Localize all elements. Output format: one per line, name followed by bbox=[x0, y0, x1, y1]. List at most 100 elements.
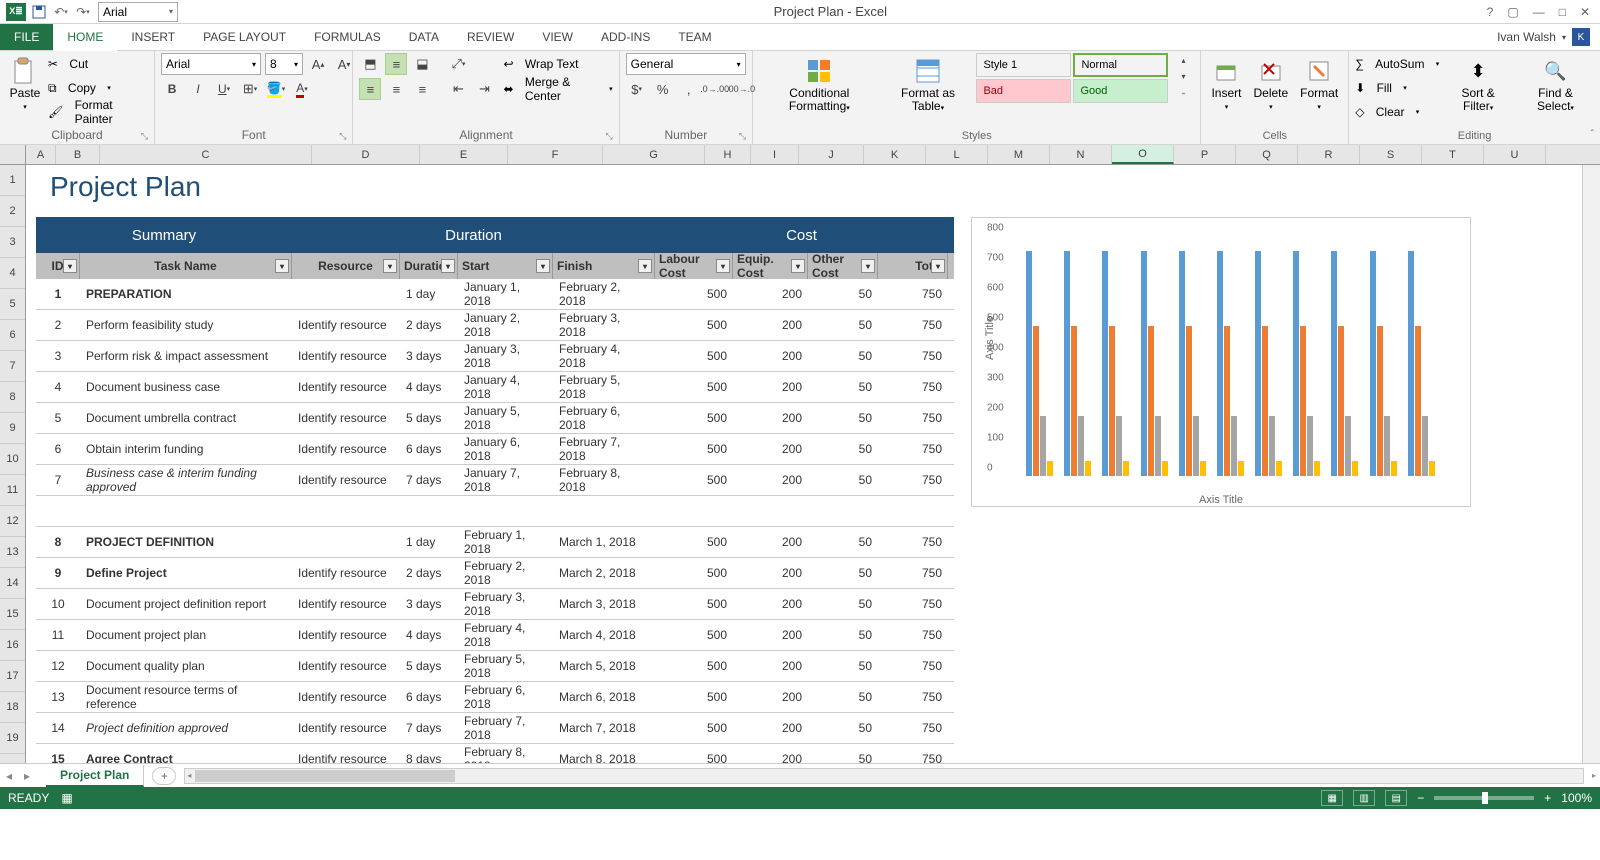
column-header[interactable]: P bbox=[1174, 145, 1236, 164]
column-header[interactable]: G bbox=[603, 145, 705, 164]
tab-insert[interactable]: INSERT bbox=[117, 24, 189, 50]
find-select-button[interactable]: 🔍Find & Select▾ bbox=[1517, 53, 1594, 117]
merge-center-button[interactable]: ⬌ Merge & Center ▾ bbox=[503, 78, 612, 100]
row-header[interactable]: 10 bbox=[0, 444, 25, 475]
column-header[interactable]: H bbox=[705, 145, 751, 164]
comma-format-icon[interactable]: , bbox=[678, 78, 700, 100]
save-icon[interactable] bbox=[30, 3, 48, 21]
sheet-nav-next-icon[interactable]: ▸ bbox=[18, 769, 36, 783]
tab-page-layout[interactable]: PAGE LAYOUT bbox=[189, 24, 300, 50]
filter-icon[interactable]: ▾ bbox=[931, 259, 945, 273]
decrease-decimal-icon[interactable]: .00→.0 bbox=[730, 78, 752, 100]
tab-file[interactable]: FILE bbox=[0, 24, 53, 50]
number-format-selector[interactable]: General▾ bbox=[626, 53, 746, 75]
fill-color-button[interactable]: 🪣▾ bbox=[265, 78, 287, 100]
increase-font-icon[interactable]: A▴ bbox=[307, 53, 329, 75]
column-header[interactable]: O bbox=[1112, 145, 1174, 164]
zoom-level[interactable]: 100% bbox=[1561, 791, 1592, 805]
row-header[interactable]: 6 bbox=[0, 320, 25, 351]
cell-style-bad[interactable]: Bad bbox=[976, 79, 1071, 103]
zoom-slider[interactable] bbox=[1434, 796, 1534, 800]
styles-more-icon[interactable]: ▾ bbox=[1172, 69, 1194, 83]
align-center-icon[interactable]: ≡ bbox=[385, 78, 407, 100]
underline-button[interactable]: U▾ bbox=[213, 78, 235, 100]
row-header[interactable]: 1 bbox=[0, 165, 25, 196]
column-header[interactable]: N bbox=[1050, 145, 1112, 164]
align-right-icon[interactable]: ≡ bbox=[411, 78, 433, 100]
decrease-indent-icon[interactable]: ⇤ bbox=[447, 78, 469, 100]
italic-button[interactable]: I bbox=[187, 78, 209, 100]
row-header[interactable]: 3 bbox=[0, 227, 25, 258]
filter-icon[interactable]: ▾ bbox=[383, 259, 397, 273]
cell-style-normal[interactable]: Normal bbox=[1073, 53, 1168, 77]
filter-icon[interactable]: ▾ bbox=[63, 259, 77, 273]
filter-icon[interactable]: ▾ bbox=[441, 259, 455, 273]
row-header[interactable]: 5 bbox=[0, 289, 25, 320]
add-sheet-icon[interactable]: + bbox=[152, 767, 176, 785]
styles-gallery-icon[interactable]: ₌ bbox=[1172, 85, 1194, 99]
filter-icon[interactable]: ▾ bbox=[638, 259, 652, 273]
filter-icon[interactable]: ▾ bbox=[275, 259, 289, 273]
cell-style-style1[interactable]: Style 1 bbox=[976, 53, 1071, 77]
row-header[interactable]: 17 bbox=[0, 661, 25, 692]
table-row[interactable]: 8PROJECT DEFINITION1 dayFebruary 1, 2018… bbox=[36, 527, 954, 558]
autosum-button[interactable]: ∑ AutoSum ▾ bbox=[1355, 53, 1439, 75]
table-row[interactable]: 1PREPARATION1 dayJanuary 1, 2018February… bbox=[36, 279, 954, 310]
dialog-launcher-icon[interactable]: ⤡ bbox=[339, 131, 346, 142]
filter-icon[interactable]: ▾ bbox=[716, 259, 730, 273]
increase-decimal-icon[interactable]: .0→.00 bbox=[704, 78, 726, 100]
column-header[interactable]: J bbox=[799, 145, 864, 164]
filter-icon[interactable]: ▾ bbox=[536, 259, 550, 273]
clear-button[interactable]: ◇ Clear ▾ bbox=[1355, 101, 1439, 123]
view-page-break-icon[interactable]: ▤ bbox=[1385, 790, 1407, 806]
column-header[interactable]: U bbox=[1484, 145, 1546, 164]
column-header[interactable]: C bbox=[100, 145, 312, 164]
fill-button[interactable]: ⬇ Fill ▾ bbox=[1355, 77, 1439, 99]
tab-home[interactable]: HOME bbox=[53, 24, 117, 50]
align-bottom-icon[interactable]: ⬓ bbox=[411, 53, 433, 75]
row-header[interactable]: 13 bbox=[0, 537, 25, 568]
grid-area[interactable]: Project Plan Summary Duration Cost ID▾ T… bbox=[26, 165, 1582, 763]
select-all-corner[interactable] bbox=[0, 145, 26, 164]
column-header[interactable]: T bbox=[1422, 145, 1484, 164]
table-row[interactable]: 5Document umbrella contractIdentify reso… bbox=[36, 403, 954, 434]
filter-icon[interactable]: ▾ bbox=[791, 259, 805, 273]
filter-icon[interactable]: ▾ bbox=[861, 259, 875, 273]
dialog-launcher-icon[interactable]: ⤡ bbox=[141, 131, 148, 142]
paste-button[interactable]: Paste▾ bbox=[6, 53, 44, 116]
help-icon[interactable]: ? bbox=[1487, 5, 1494, 19]
decrease-font-icon[interactable]: A▾ bbox=[333, 53, 355, 75]
maximize-icon[interactable]: □ bbox=[1559, 5, 1566, 19]
view-page-layout-icon[interactable]: ▥ bbox=[1353, 790, 1375, 806]
column-header[interactable]: M bbox=[988, 145, 1050, 164]
horizontal-scrollbar[interactable]: ◂ bbox=[184, 768, 1584, 784]
sheet-nav-prev-icon[interactable]: ◂ bbox=[0, 769, 18, 783]
format-as-table-button[interactable]: Format as Table▾ bbox=[884, 53, 973, 117]
column-header[interactable]: I bbox=[751, 145, 799, 164]
font-size-selector[interactable]: 8▾ bbox=[265, 53, 303, 75]
delete-cells-button[interactable]: Delete▾ bbox=[1249, 53, 1292, 116]
chart[interactable]: Axis Title Axis Title 010020030040050060… bbox=[971, 217, 1471, 507]
column-header[interactable]: D bbox=[312, 145, 420, 164]
copy-button[interactable]: ⧉ Copy ▾ bbox=[48, 77, 148, 99]
macro-record-icon[interactable]: ▦ bbox=[61, 791, 72, 805]
column-header[interactable]: L bbox=[926, 145, 988, 164]
column-header[interactable]: F bbox=[508, 145, 603, 164]
table-row[interactable]: 14Project definition approvedIdentify re… bbox=[36, 713, 954, 744]
format-cells-button[interactable]: Format▾ bbox=[1296, 53, 1342, 116]
bold-button[interactable]: B bbox=[161, 78, 183, 100]
conditional-formatting-button[interactable]: Conditional Formatting▾ bbox=[759, 53, 880, 117]
insert-cells-button[interactable]: Insert▾ bbox=[1207, 53, 1245, 116]
table-row[interactable]: 15Agree ContractIdentify resource8 daysF… bbox=[36, 744, 954, 763]
table-row[interactable]: 13Document resource terms of referenceId… bbox=[36, 682, 954, 713]
qat-font-selector[interactable]: Arial▾ bbox=[98, 2, 178, 22]
zoom-out-icon[interactable]: − bbox=[1417, 791, 1424, 805]
row-header[interactable]: 12 bbox=[0, 506, 25, 537]
close-icon[interactable]: ✕ bbox=[1580, 5, 1590, 19]
row-header[interactable]: 18 bbox=[0, 692, 25, 723]
view-normal-icon[interactable]: ▦ bbox=[1321, 790, 1343, 806]
row-header[interactable]: 14 bbox=[0, 568, 25, 599]
align-left-icon[interactable]: ≡ bbox=[359, 78, 381, 100]
table-row[interactable]: 2Perform feasibility studyIdentify resou… bbox=[36, 310, 954, 341]
redo-icon[interactable]: ↷▾ bbox=[74, 3, 92, 21]
